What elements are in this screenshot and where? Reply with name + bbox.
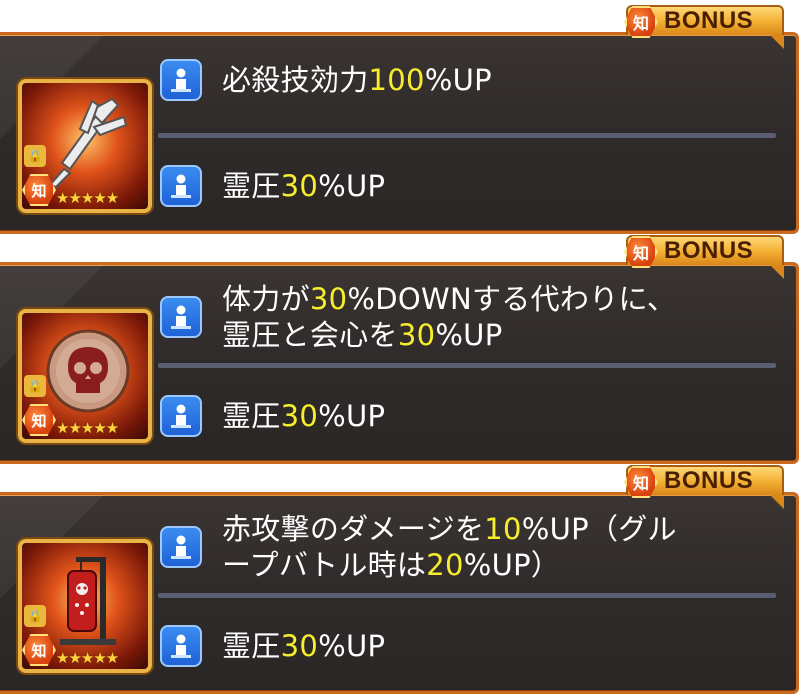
equipment-thumbnail[interactable]: 🔒 知 ★★★★★ — [18, 79, 152, 213]
divider — [158, 363, 776, 368]
effect-row: 必殺技効力100%UP — [160, 59, 782, 101]
effect-text: 霊圧30%UP — [222, 169, 386, 203]
divider — [158, 133, 776, 138]
effect-row: 霊圧30%UP — [160, 395, 782, 437]
chi-badge-icon: 知 — [624, 236, 658, 268]
effect-text: 霊圧30%UP — [222, 629, 386, 663]
bonus-label: BONUS — [664, 7, 754, 34]
info-icon[interactable] — [160, 165, 202, 207]
bonus-card-3: 知 BONUS 🔒 知 ★★★★★ 赤攻撃のダメージを10%UP（グル ープバト… — [0, 465, 799, 694]
rarity-stars: ★★★★★ — [56, 189, 119, 207]
bonus-label: BONUS — [664, 237, 754, 264]
bonus-label: BONUS — [664, 467, 754, 494]
info-icon[interactable] — [160, 59, 202, 101]
effect-row: 体力が30%DOWNする代わりに、 霊圧と会心を30%UP — [160, 281, 782, 353]
bonus-tag: 知 BONUS — [624, 235, 784, 279]
effect-row: 霊圧30%UP — [160, 625, 782, 667]
info-icon[interactable] — [160, 395, 202, 437]
effect-row: 赤攻撃のダメージを10%UP（グル ープバトル時は20%UP） — [160, 511, 782, 583]
punching-bag-icon — [60, 557, 116, 645]
info-icon[interactable] — [160, 296, 202, 338]
equipment-thumbnail[interactable]: 🔒 知 ★★★★★ — [18, 309, 152, 443]
rarity-stars: ★★★★★ — [56, 419, 119, 437]
chi-badge-icon: 知 — [624, 6, 658, 38]
info-icon[interactable] — [160, 526, 202, 568]
effect-row: 霊圧30%UP — [160, 165, 782, 207]
rarity-stars: ★★★★★ — [56, 649, 119, 667]
lock-icon: 🔒 — [24, 145, 46, 167]
chi-badge-icon: 知 — [624, 466, 658, 498]
lock-icon: 🔒 — [24, 605, 46, 627]
bonus-card-1: 知 BONUS 🔒 知 ★★★★★ 必殺技効力100%UP 霊圧30%UP — [0, 5, 799, 234]
effect-text: 体力が30%DOWNする代わりに、 霊圧と会心を30%UP — [222, 282, 677, 352]
effect-text: 赤攻撃のダメージを10%UP（グル ープバトル時は20%UP） — [222, 512, 677, 582]
divider — [158, 593, 776, 598]
equipment-thumbnail[interactable]: 🔒 知 ★★★★★ — [18, 539, 152, 673]
bonus-tag: 知 BONUS — [624, 5, 784, 49]
trident-icon — [48, 97, 128, 189]
bonus-card-2: 知 BONUS 🔒 知 ★★★★★ 体力が30%DOWNする代わりに、 霊圧と会… — [0, 235, 799, 464]
effect-text: 霊圧30%UP — [222, 399, 386, 433]
bonus-tag: 知 BONUS — [624, 465, 784, 509]
effect-text: 必殺技効力100%UP — [222, 63, 492, 97]
lock-icon: 🔒 — [24, 375, 46, 397]
info-icon[interactable] — [160, 625, 202, 667]
skull-icon — [46, 329, 130, 413]
